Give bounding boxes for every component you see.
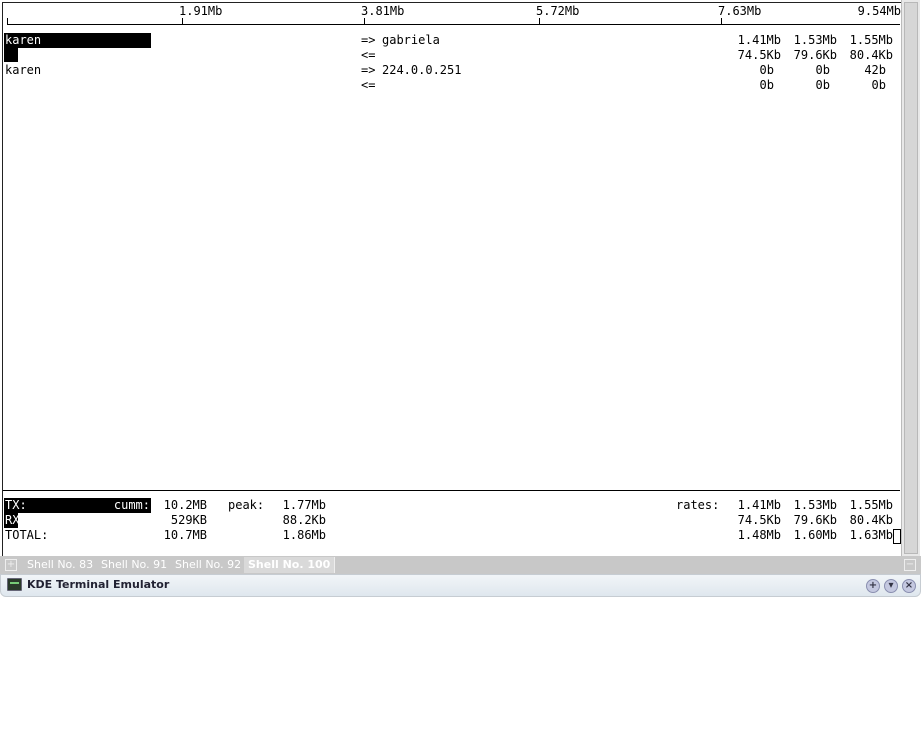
total-rate-40s: 1.63Mb bbox=[849, 528, 893, 542]
tx-label: TX: bbox=[5, 498, 27, 512]
scale-tick-label: 1.91Mb bbox=[179, 4, 223, 18]
tab-shell-91[interactable]: Shell No. 91 bbox=[97, 557, 171, 573]
total-rate-2s: 1.48Mb bbox=[737, 528, 781, 542]
close-tab-button[interactable]: − bbox=[904, 559, 916, 571]
flow-dir-out: => bbox=[361, 63, 376, 77]
cumm-label: cumm: bbox=[113, 498, 150, 512]
new-tab-button[interactable]: + bbox=[5, 559, 17, 571]
window-title: KDE Terminal Emulator bbox=[27, 578, 170, 591]
rate-40s: 80.4Kb bbox=[849, 48, 893, 62]
maximize-button[interactable]: + bbox=[866, 579, 880, 593]
terminal-scrollbar[interactable] bbox=[901, 0, 920, 556]
flow-peer: 224.0.0.251 bbox=[382, 63, 462, 77]
rate-40s: 0b bbox=[871, 78, 886, 92]
scale-tick-label: 5.72Mb bbox=[536, 4, 580, 18]
total-cumm: 10.7MB bbox=[163, 528, 207, 542]
tab-shell-92[interactable]: Shell No. 92 bbox=[171, 557, 245, 573]
rate-10s: 1.53Mb bbox=[793, 33, 837, 47]
tx-rate-40s: 1.55Mb bbox=[849, 498, 893, 512]
scale-axis bbox=[7, 24, 900, 25]
rx-label: RX: bbox=[5, 513, 27, 528]
scale-tick bbox=[7, 18, 8, 24]
flow-host: karen bbox=[5, 33, 42, 47]
rate-2s: 0b bbox=[759, 63, 774, 77]
rx-rate-40s: 80.4Kb bbox=[849, 513, 893, 527]
rx-rate-10s: 79.6Kb bbox=[793, 513, 837, 527]
total-rate-10s: 1.60Mb bbox=[793, 528, 837, 542]
flow-dir-out: => bbox=[361, 33, 376, 47]
scale-tick bbox=[182, 18, 183, 24]
scrollbar-thumb[interactable] bbox=[904, 2, 918, 554]
rx-rate-bar bbox=[4, 48, 18, 62]
tx-cumm: 10.2MB bbox=[163, 498, 207, 512]
rate-2s: 1.41Mb bbox=[737, 33, 781, 47]
tx-rate-10s: 1.53Mb bbox=[793, 498, 837, 512]
total-label: TOTAL: bbox=[5, 528, 49, 542]
terminal-app-icon bbox=[7, 578, 22, 591]
tx-rate-2s: 1.41Mb bbox=[737, 498, 781, 512]
scale-tick-label: 7.63Mb bbox=[718, 4, 762, 18]
tab-shell-83[interactable]: Shell No. 83 bbox=[23, 557, 97, 573]
flow-dir-in: <= bbox=[361, 78, 376, 92]
rate-10s: 0b bbox=[815, 63, 830, 77]
rx-cumm: 529KB bbox=[170, 513, 207, 527]
rate-2s: 0b bbox=[759, 78, 774, 92]
window-titlebar: KDE Terminal Emulator + ▾ × bbox=[0, 574, 921, 597]
rate-40s: 42b bbox=[864, 63, 886, 77]
flow-peer: gabriela bbox=[382, 33, 440, 47]
rx-label-text: RX: bbox=[5, 513, 27, 527]
scale-tick-label: 9.54Mb bbox=[857, 4, 901, 18]
terminal-cursor bbox=[893, 529, 901, 544]
scale-tick bbox=[364, 18, 365, 24]
tx-peak: 1.77Mb bbox=[282, 498, 326, 512]
close-button[interactable]: × bbox=[902, 579, 916, 593]
rx-peak: 88.2Kb bbox=[282, 513, 326, 527]
rx-rate-2s: 74.5Kb bbox=[737, 513, 781, 527]
rates-label: rates: bbox=[676, 498, 720, 512]
rate-2s: 74.5Kb bbox=[737, 48, 781, 62]
flow-dir-in: <= bbox=[361, 48, 376, 62]
tab-shell-100[interactable]: Shell No. 100 bbox=[244, 557, 336, 573]
rate-10s: 79.6Kb bbox=[793, 48, 837, 62]
rate-40s: 1.55Mb bbox=[849, 33, 893, 47]
totals-divider bbox=[3, 490, 900, 491]
tab-bar: + Shell No. 83 Shell No. 91 Shell No. 92… bbox=[0, 556, 921, 574]
minimize-button[interactable]: ▾ bbox=[884, 579, 898, 593]
rate-10s: 0b bbox=[815, 78, 830, 92]
scale-tick bbox=[539, 18, 540, 24]
scale-tick-label: 3.81Mb bbox=[361, 4, 405, 18]
flow-host: karen bbox=[5, 63, 42, 77]
scale-tick bbox=[721, 18, 722, 24]
total-peak: 1.86Mb bbox=[282, 528, 326, 542]
peak-label: peak: bbox=[228, 498, 265, 512]
